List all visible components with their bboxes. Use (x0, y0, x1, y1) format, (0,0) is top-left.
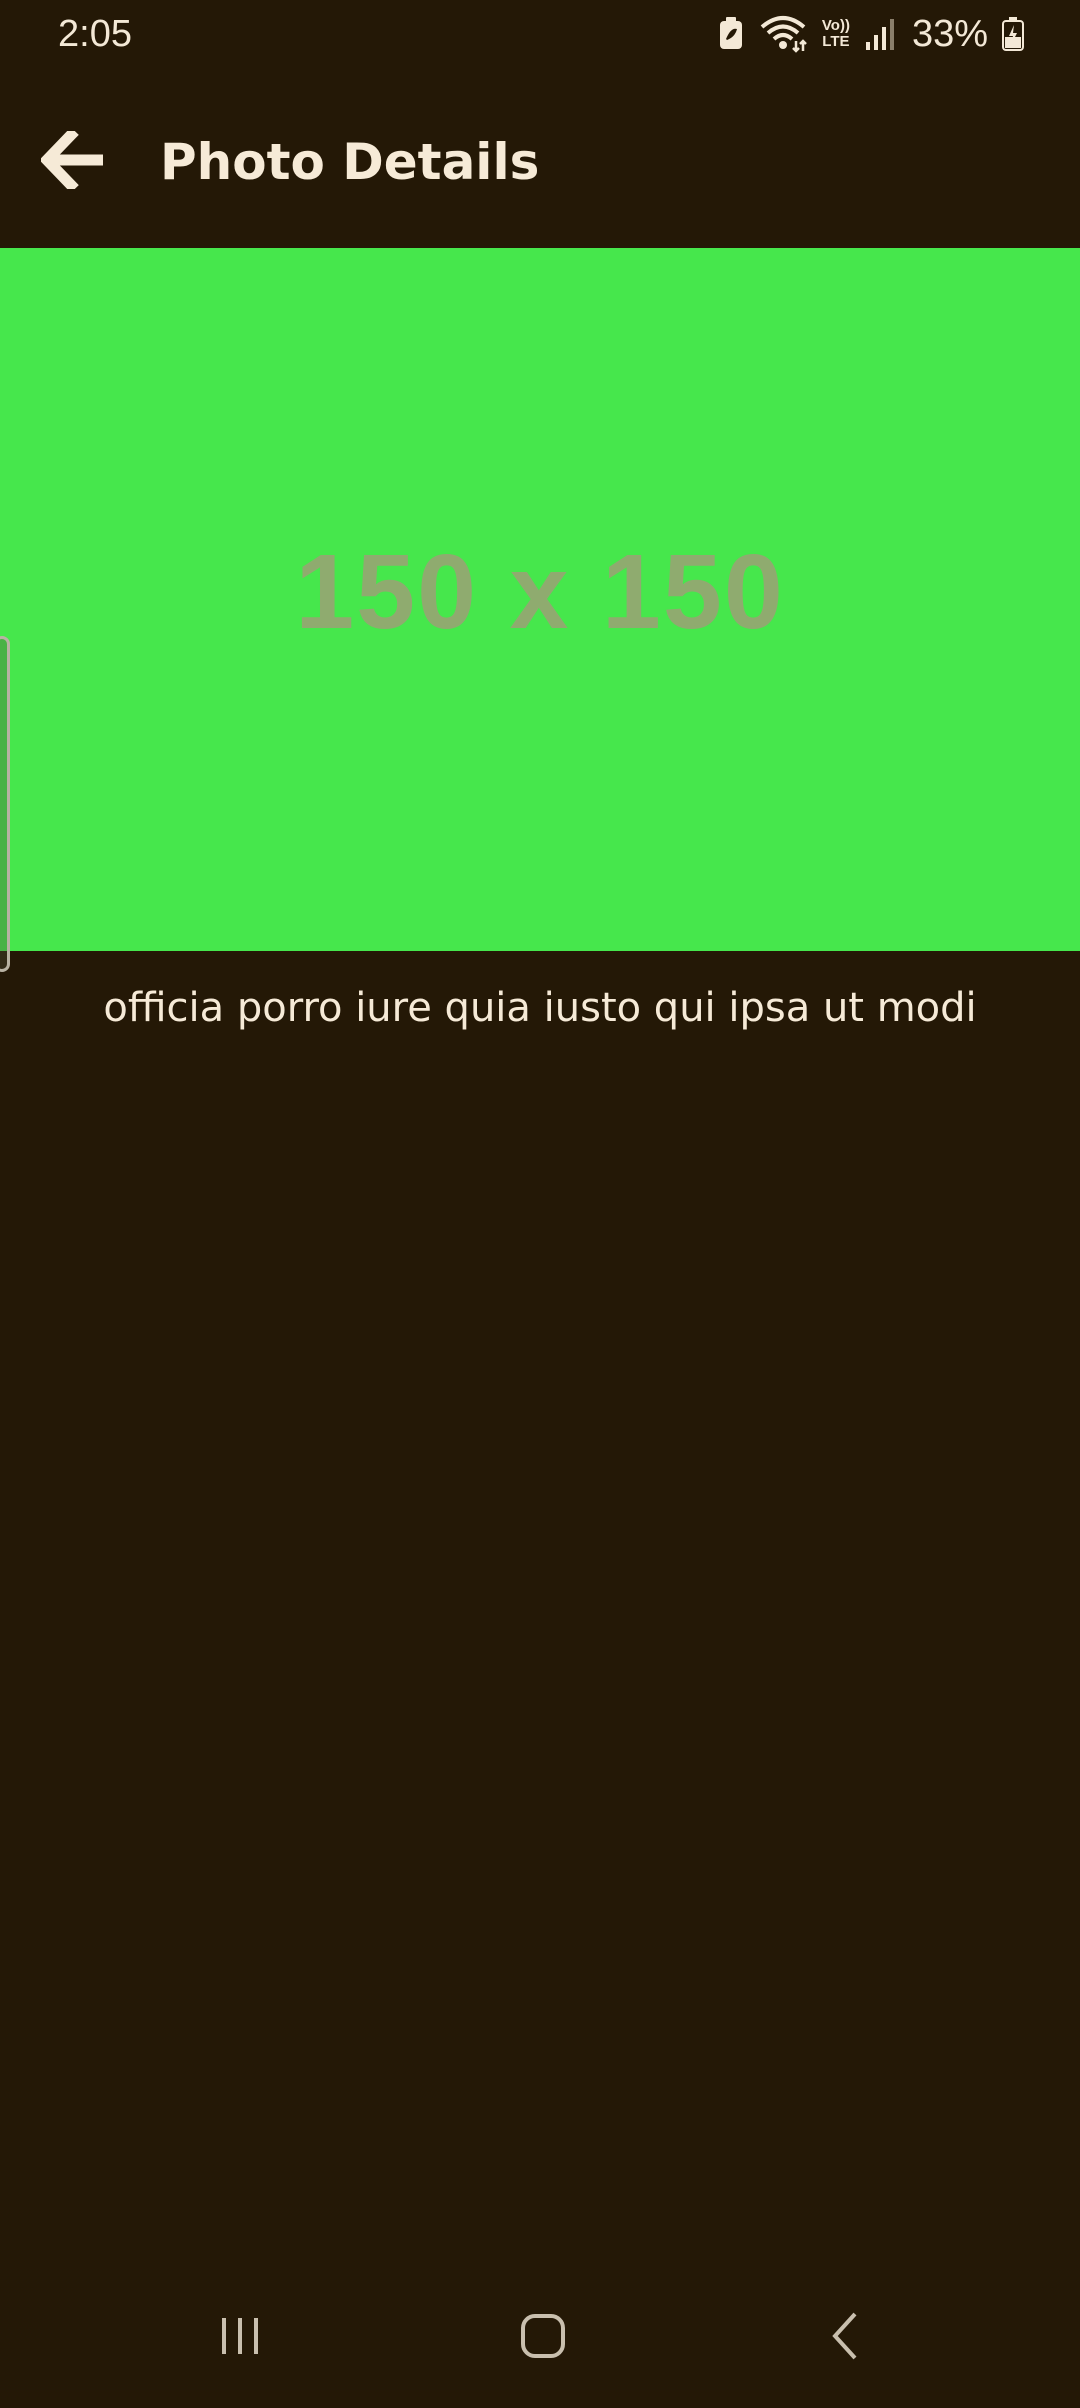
battery-icon (1002, 17, 1024, 51)
wifi-icon (758, 15, 808, 53)
photo-placeholder-text: 150 x 150 (295, 533, 785, 651)
app-bar: Photo Details (0, 86, 1080, 236)
photo-image[interactable]: 150 x 150 (0, 248, 1080, 951)
battery-saver-icon (718, 17, 744, 51)
status-time: 2:05 (58, 13, 132, 55)
home-button[interactable] (493, 2298, 593, 2378)
system-nav-bar (0, 2278, 1080, 2408)
nav-back-button[interactable] (795, 2298, 895, 2378)
volte-top-label: Vo)) (821, 17, 850, 34)
photo-caption: officia porro iure quia iusto qui ipsa u… (103, 985, 977, 1031)
status-bar: 2:05 Vo)) LTE 33% (0, 0, 1080, 70)
recent-apps-icon (218, 2314, 262, 2362)
page-title: Photo Details (160, 133, 540, 191)
volte-icon: Vo)) LTE (822, 18, 850, 50)
home-icon (519, 2312, 567, 2364)
photo-details-screen: 2:05 Vo)) LTE 33% Photo Details 150 x 15… (0, 0, 1080, 2408)
back-button[interactable] (26, 114, 122, 210)
arrow-left-icon (39, 127, 107, 193)
back-icon (825, 2310, 865, 2366)
volte-bottom-label: LTE (822, 33, 850, 50)
recent-apps-button[interactable] (190, 2298, 290, 2378)
battery-percent: 33% (911, 13, 988, 55)
edge-panel-handle[interactable] (0, 636, 10, 972)
signal-icon (864, 18, 898, 50)
status-icons: Vo)) LTE 33% (718, 10, 1024, 58)
